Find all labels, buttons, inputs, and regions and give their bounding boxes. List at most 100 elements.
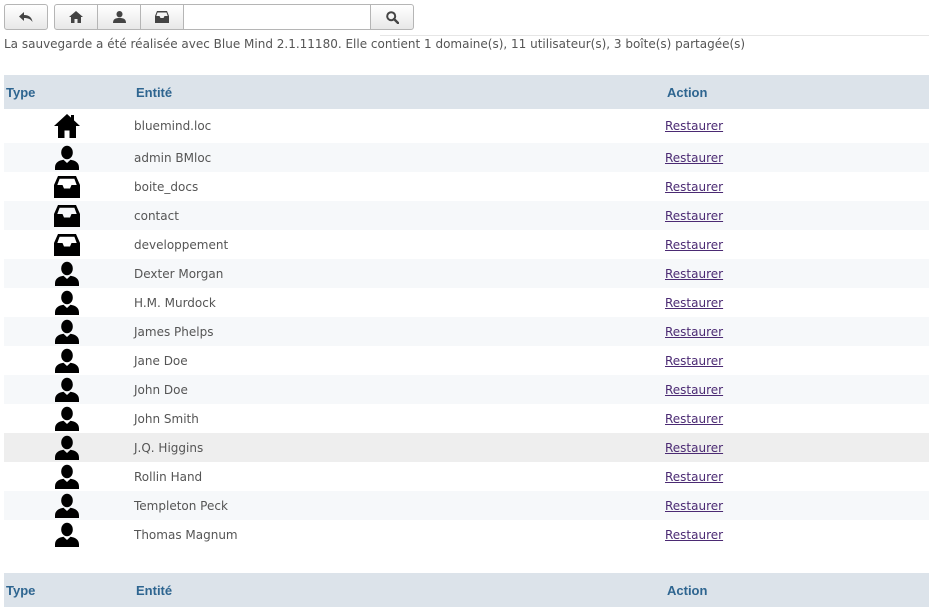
table-row: boite_docs Restaurer (4, 172, 929, 201)
type-cell (4, 404, 134, 433)
entity-name: James Phelps (134, 317, 665, 346)
user-icon (54, 522, 80, 548)
type-cell (4, 143, 134, 172)
type-cell (4, 317, 134, 346)
type-cell (4, 288, 134, 317)
user-icon (54, 290, 80, 316)
restore-link[interactable]: Restaurer (665, 296, 723, 310)
restore-link[interactable]: Restaurer (665, 209, 723, 223)
table-footer-row: Type Entité Action (4, 573, 929, 607)
home-icon (54, 113, 80, 139)
type-cell (4, 346, 134, 375)
table-row: developpement Restaurer (4, 230, 929, 259)
restore-link[interactable]: Restaurer (665, 180, 723, 194)
type-cell (4, 172, 134, 201)
action-cell: Restaurer (665, 317, 929, 346)
user-icon (54, 493, 80, 519)
action-cell: Restaurer (665, 375, 929, 404)
restore-link[interactable]: Restaurer (665, 441, 723, 455)
entity-name: Templeton Peck (134, 491, 665, 520)
user-icon (54, 261, 80, 287)
entity-name: J.Q. Higgins (134, 433, 665, 462)
action-cell: Restaurer (665, 404, 929, 433)
column-header-entity[interactable]: Entité (134, 75, 665, 109)
type-cell (4, 433, 134, 462)
restore-link[interactable]: Restaurer (665, 151, 723, 165)
restore-link[interactable]: Restaurer (665, 528, 723, 542)
user-icon (54, 464, 80, 490)
entity-name: H.M. Murdock (134, 295, 216, 310)
table-row: J.Q. Higgins Restaurer (4, 433, 929, 462)
restore-link[interactable]: Restaurer (665, 383, 723, 397)
home-icon (69, 11, 83, 23)
home-button[interactable] (55, 5, 98, 29)
action-cell: Restaurer (665, 346, 929, 375)
back-button[interactable] (4, 4, 48, 30)
toolbar-group (54, 4, 414, 30)
backup-summary: La sauvegarde a été réalisée avec Blue M… (4, 37, 746, 51)
restore-link[interactable]: Restaurer (665, 238, 723, 252)
type-cell (4, 201, 134, 230)
backup-table: Type Entité Action bluemind.loc Restaurer… (4, 75, 929, 607)
user-icon (54, 348, 80, 374)
column-header-type[interactable]: Type (4, 75, 134, 109)
table-row: bluemind.loc Restaurer (4, 109, 929, 143)
type-cell (4, 259, 134, 288)
entity-name: developpement (134, 237, 229, 252)
table-header-row: Type Entité Action (4, 75, 929, 109)
user-filter-button[interactable] (98, 5, 141, 29)
type-cell (4, 520, 134, 549)
entity-name: John Doe (134, 375, 665, 404)
restore-link[interactable]: Restaurer (665, 499, 723, 513)
restore-link[interactable]: Restaurer (665, 412, 723, 426)
action-cell: Restaurer (665, 259, 929, 288)
back-arrow-icon (19, 11, 33, 22)
entity-name: Dexter Morgan (134, 259, 665, 288)
footer-header-action[interactable]: Action (665, 573, 929, 607)
mailbox-icon (54, 232, 80, 258)
restore-link[interactable]: Restaurer (665, 267, 723, 281)
column-header-action[interactable]: Action (665, 75, 929, 109)
entity-name: contact (134, 201, 665, 230)
footer-header-entity[interactable]: Entité (134, 573, 665, 607)
user-icon (54, 145, 80, 171)
user-icon (112, 11, 126, 23)
mailbox-icon (54, 174, 80, 200)
entity-name: admin BMloc (134, 143, 665, 172)
table-row: admin BMloc Restaurer (4, 143, 929, 172)
action-cell: Restaurer (665, 433, 929, 462)
toolbar (4, 4, 414, 30)
table-row: James Phelps Restaurer (4, 317, 929, 346)
table-row: John Smith Restaurer (4, 404, 929, 433)
restore-link[interactable]: Restaurer (665, 119, 723, 133)
entity-name: Jane Doe (134, 353, 188, 368)
restore-link[interactable]: Restaurer (665, 354, 723, 368)
table-row: Rollin Hand Restaurer (4, 462, 929, 491)
action-cell: Restaurer (665, 172, 929, 201)
table-row: contact Restaurer (4, 201, 929, 230)
restore-link[interactable]: Restaurer (665, 470, 723, 484)
action-cell: Restaurer (665, 109, 929, 143)
table-spacer (4, 549, 929, 573)
search-input[interactable] (184, 5, 371, 29)
entity-name: John Smith (134, 411, 199, 426)
entity-name: Thomas Magnum (134, 527, 238, 542)
entity-name: bluemind.loc (134, 119, 212, 133)
action-cell: Restaurer (665, 462, 929, 491)
action-cell: Restaurer (665, 201, 929, 230)
footer-header-type[interactable]: Type (4, 573, 134, 607)
mailbox-icon (54, 203, 80, 229)
table-row: Jane Doe Restaurer (4, 346, 929, 375)
search-button[interactable] (371, 5, 413, 29)
type-cell (4, 109, 134, 143)
mailbox-filter-button[interactable] (141, 5, 184, 29)
action-cell: Restaurer (665, 143, 929, 172)
action-cell: Restaurer (665, 288, 929, 317)
table-row: Templeton Peck Restaurer (4, 491, 929, 520)
mailbox-icon (155, 11, 169, 23)
search-icon (385, 10, 399, 24)
user-icon (54, 435, 80, 461)
restore-link[interactable]: Restaurer (665, 325, 723, 339)
table-row: Dexter Morgan Restaurer (4, 259, 929, 288)
table-row: Thomas Magnum Restaurer (4, 520, 929, 549)
